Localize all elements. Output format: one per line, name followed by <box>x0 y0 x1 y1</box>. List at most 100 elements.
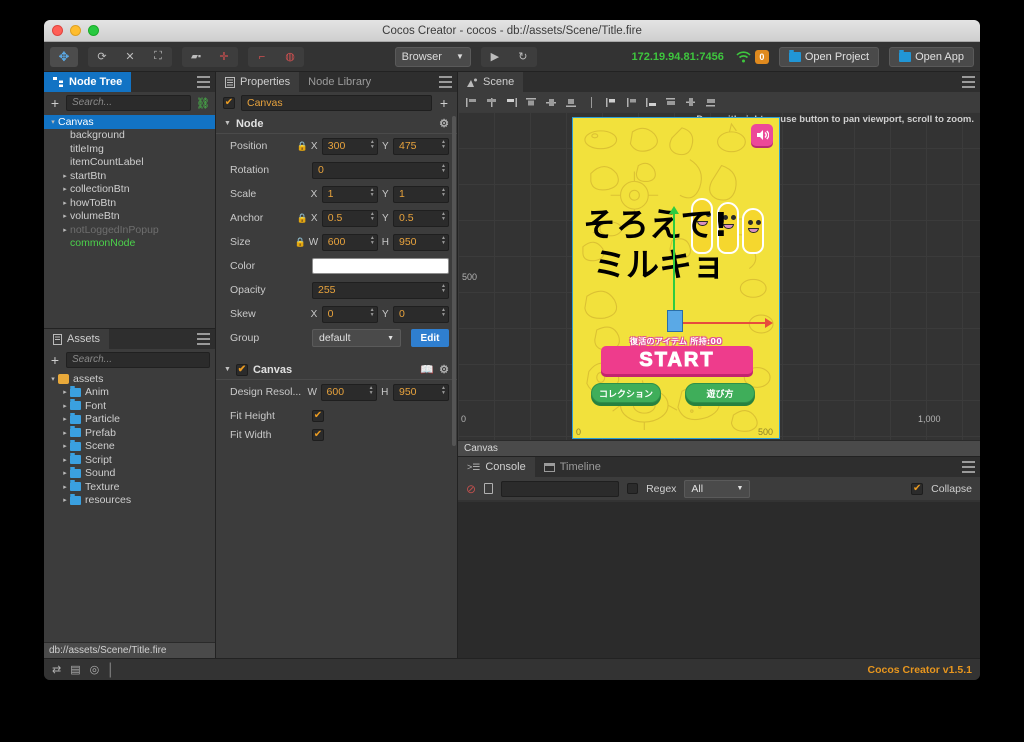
stepper-icon-3[interactable]: ▲ ▼ <box>441 163 446 174</box>
refresh-button[interactable]: ↻ <box>509 47 537 67</box>
preview-device-select[interactable]: Browser ▼ <box>394 46 471 67</box>
anchor-lock-icon[interactable]: 🔒 <box>297 213 308 224</box>
center-tool-icon[interactable]: ✛ <box>210 47 238 67</box>
game-canvas-preview[interactable]: そろえて! ミルキョ 復活のアイテム 所持:00 START コレクション 遊び… <box>572 117 780 439</box>
properties-scrollbar[interactable] <box>452 116 456 446</box>
play-button[interactable]: ▶ <box>481 47 509 67</box>
database-icon[interactable]: ▤ <box>70 663 80 676</box>
collapse-arrow-icon[interactable]: ▸ <box>60 456 70 464</box>
node-tree-item[interactable]: ▸ howToBtn <box>44 196 215 210</box>
node-tree-item[interactable]: ▸background <box>44 129 215 143</box>
stepper-icon-5[interactable]: ▲ ▼ <box>441 187 446 198</box>
canvas-enabled-checkbox[interactable]: ✔ <box>235 363 248 376</box>
assets-folder-item[interactable]: ▸ Anim <box>44 385 215 400</box>
node-tree-item[interactable]: ▸ notLoggedInPopup <box>44 223 215 237</box>
console-output[interactable] <box>458 501 980 658</box>
collapse-arrow-icon[interactable]: ▸ <box>60 199 70 207</box>
align-bottom-icon[interactable] <box>563 95 580 110</box>
collapse-arrow-icon[interactable]: ▸ <box>60 402 70 410</box>
properties-menu-icon[interactable] <box>439 76 452 88</box>
console-menu-icon[interactable] <box>962 461 975 473</box>
color-swatch[interactable] <box>312 258 449 274</box>
node-tree-item[interactable]: ▸titleImg <box>44 142 215 156</box>
node-tree-item[interactable]: ▸itemCountLabel <box>44 156 215 170</box>
stepper-icon-2[interactable]: ▲ ▼ <box>441 139 446 150</box>
assets-folder-item[interactable]: ▸ Sound <box>44 466 215 481</box>
skew-y-input[interactable]: 0 ▲ ▼ <box>393 305 449 323</box>
start-button[interactable]: START <box>601 346 753 374</box>
minimize-button[interactable] <box>70 25 81 36</box>
skew-x-input[interactable]: 0 ▲ ▼ <box>321 305 378 323</box>
align-center-h-icon[interactable] <box>483 95 500 110</box>
position-y-input[interactable]: 475 ▲ ▼ <box>393 137 449 155</box>
collapse-arrow-icon[interactable]: ▸ <box>60 442 70 450</box>
pivot-tool-icon[interactable]: ▰▪ <box>182 47 210 67</box>
assets-folder-item[interactable]: ▸ Particle <box>44 412 215 427</box>
size-h-input[interactable]: 950 ▲ ▼ <box>393 233 449 251</box>
maximize-button[interactable] <box>88 25 99 36</box>
tab-assets[interactable]: Assets <box>44 329 110 349</box>
node-tree-menu-icon[interactable] <box>197 76 210 88</box>
expand-arrow-icon[interactable]: ▾ <box>48 375 58 383</box>
add-node-button[interactable]: + <box>49 95 61 111</box>
collapse-arrow-icon[interactable]: ▸ <box>60 415 70 423</box>
assets-folder-item[interactable]: ▸ Texture <box>44 480 215 494</box>
clear-console-icon[interactable]: ⊘ <box>466 482 476 496</box>
move-tool-icon[interactable]: ✥ <box>50 46 78 67</box>
stepper-icon-9[interactable]: ▲ ▼ <box>441 235 446 246</box>
howto-button[interactable]: 遊び方 <box>685 383 755 403</box>
node-tree-item[interactable]: ▸commonNode <box>44 237 215 251</box>
regex-checkbox[interactable] <box>627 483 639 494</box>
collapse-checkbox[interactable]: ✔ <box>911 482 924 495</box>
assets-folder-item[interactable]: ▸ Script <box>44 453 215 467</box>
stepper-icon-6[interactable]: ▲ ▼ <box>370 211 375 222</box>
fit-width-checkbox[interactable]: ✔ <box>312 429 324 441</box>
size-lock-icon[interactable]: 🔒 <box>295 237 306 248</box>
open-project-button[interactable]: Open Project <box>778 46 880 67</box>
stepper-icon-14[interactable]: ▲ ▼ <box>441 385 446 396</box>
gear-icon-2[interactable]: ⚙ <box>439 363 449 376</box>
distribute-right-icon[interactable] <box>643 95 660 110</box>
rect-tool-icon[interactable]: ⛶ <box>144 47 172 67</box>
open-app-button[interactable]: Open App <box>889 46 974 67</box>
size-w-input[interactable]: 600 ▲ ▼ <box>321 233 378 251</box>
collection-button[interactable]: コレクション <box>591 383 661 403</box>
fit-height-checkbox[interactable]: ✔ <box>312 410 324 422</box>
assets-folder-item[interactable]: ▸ Scene <box>44 439 215 454</box>
align-top-icon[interactable] <box>523 95 540 110</box>
local-coords-icon[interactable]: ⌐ <box>248 47 276 67</box>
collapse-arrow-icon[interactable]: ▸ <box>60 388 70 396</box>
sound-toggle-button[interactable] <box>751 124 773 146</box>
scale-y-input[interactable]: 1 ▲ ▼ <box>393 185 449 203</box>
node-section-header[interactable]: ▼ Node ⚙ <box>216 114 457 134</box>
position-x-input[interactable]: 300 ▲ ▼ <box>321 137 378 155</box>
rotate-tool-icon[interactable]: ⟳ <box>88 47 116 67</box>
node-tree-item[interactable]: ▾ Canvas <box>44 115 215 129</box>
tab-properties[interactable]: Properties <box>216 72 300 92</box>
gizmo-x-axis[interactable] <box>673 318 773 328</box>
tab-scene[interactable]: Scene <box>458 72 524 92</box>
align-right-icon[interactable] <box>503 95 520 110</box>
distribute-top-icon[interactable] <box>663 95 680 110</box>
align-middle-v-icon[interactable] <box>543 95 560 110</box>
assets-folder-item[interactable]: ▸ Prefab <box>44 426 215 440</box>
assets-folder-item[interactable]: ▸ resources <box>44 493 215 508</box>
distribute-center-icon[interactable] <box>623 95 640 110</box>
scene-viewport[interactable]: Drag with right mouse button to pan view… <box>458 112 980 440</box>
scale-x-input[interactable]: 1 ▲ ▼ <box>321 185 378 203</box>
add-component-button[interactable]: + <box>438 95 450 111</box>
log-level-select[interactable]: All ▼ <box>684 479 751 498</box>
collapse-arrow-icon[interactable]: ▸ <box>60 483 70 491</box>
collapse-arrow-icon[interactable]: ▸ <box>60 212 70 220</box>
stepper-icon[interactable]: ▲ ▼ <box>370 139 375 150</box>
group-select[interactable]: default ▼ <box>312 329 401 347</box>
node-tree-item[interactable]: ▸ collectionBtn <box>44 183 215 197</box>
distribute-bottom-icon[interactable] <box>703 95 720 110</box>
gizmo-center-handle[interactable] <box>667 310 683 332</box>
node-tree-item[interactable]: ▸ volumeBtn <box>44 210 215 224</box>
lock-icon[interactable]: 🔒 <box>297 141 308 152</box>
close-button[interactable] <box>52 25 63 36</box>
collapse-arrow-icon[interactable]: ▸ <box>60 172 70 180</box>
distribute-left-icon[interactable] <box>603 95 620 110</box>
tab-node-library[interactable]: Node Library <box>299 72 381 92</box>
